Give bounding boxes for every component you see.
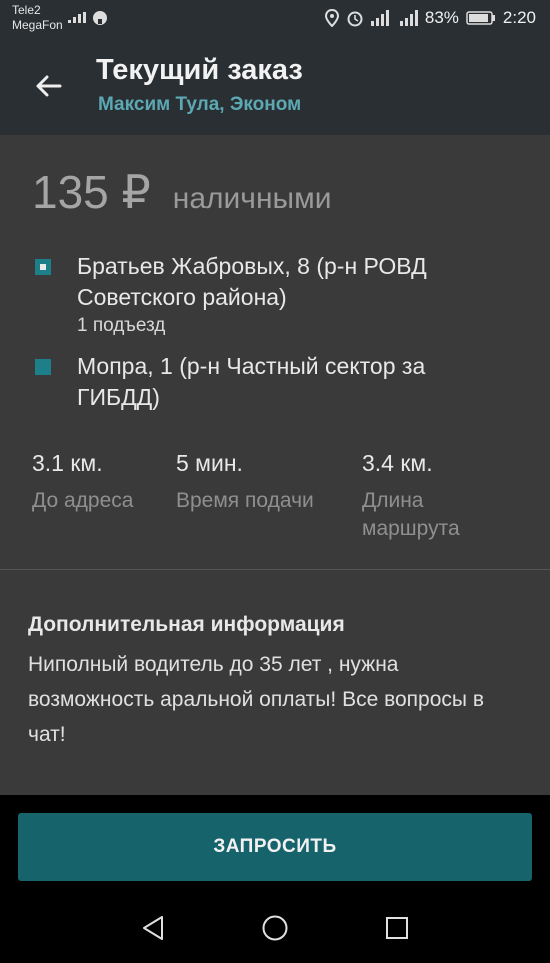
stat-value: 3.4 км. xyxy=(362,450,433,476)
stat-route-length: 3.4 км. Длина маршрута xyxy=(362,450,492,543)
pickup-point: Братьев Жабровых, 8 (р-н РОВД Советского… xyxy=(32,251,512,337)
battery-icon xyxy=(466,11,496,25)
stat-label: До адреса xyxy=(32,489,134,512)
triangle-back-icon xyxy=(141,915,165,946)
nav-recents-button[interactable] xyxy=(382,915,412,945)
route: Братьев Жабровых, 8 (р-н РОВД Советского… xyxy=(32,251,512,413)
stat-value: 3.1 км. xyxy=(32,450,103,476)
info-text: Ниполный водитель до 35 лет , нужна возм… xyxy=(28,653,485,746)
stat-label: Время подачи xyxy=(176,489,314,512)
payment-method: наличными xyxy=(172,182,332,215)
back-button[interactable] xyxy=(22,62,74,114)
square-recents-icon xyxy=(385,916,409,945)
wifi-icon xyxy=(68,12,86,24)
stat-value: 5 мин. xyxy=(176,450,243,476)
stat-distance-to-address: 3.1 км. До адреса xyxy=(32,450,133,515)
order-details: 135 ₽ наличными Братьев Жабровых, 8 (р-н… xyxy=(0,135,550,795)
destination-address: Мопра, 1 (р-н Частный сектор за ГИБДД) xyxy=(77,353,426,410)
carrier-label: Tele2 MegaFon xyxy=(12,3,63,33)
pickup-marker-icon xyxy=(35,259,51,275)
price-row: 135 ₽ наличными xyxy=(32,165,331,219)
carrier-primary: Tele2 xyxy=(12,3,41,17)
order-price: 135 ₽ xyxy=(32,166,151,218)
pickup-address: Братьев Жабровых, 8 (р-н РОВД Советского… xyxy=(77,253,427,310)
alarm-icon xyxy=(346,9,364,27)
nav-back-button[interactable] xyxy=(138,915,168,945)
android-icon xyxy=(92,10,108,26)
page-subtitle: Максим Тула, Эконом xyxy=(98,94,302,115)
battery-percent: 83% xyxy=(424,8,459,27)
arrow-left-icon xyxy=(34,74,62,103)
location-icon xyxy=(324,9,339,27)
pickup-note: 1 подъезд xyxy=(77,315,166,336)
divider xyxy=(0,569,550,570)
circle-home-icon xyxy=(261,914,289,947)
action-bar: ЗАПРОСИТЬ xyxy=(0,795,550,893)
carrier-secondary: MegaFon xyxy=(12,18,63,32)
destination-point: Мопра, 1 (р-н Частный сектор за ГИБДД) xyxy=(32,351,512,413)
stat-label: Длина маршрута xyxy=(362,489,460,540)
stat-pickup-time: 5 мин. Время подачи xyxy=(176,450,314,515)
nav-home-button[interactable] xyxy=(260,915,290,945)
system-nav-bar xyxy=(0,893,550,963)
page-title: Текущий заказ xyxy=(96,54,303,86)
info-title: Дополнительная информация xyxy=(28,613,345,636)
clock: 2:20 xyxy=(502,8,536,27)
app-bar: Текущий заказ Максим Тула, Эконом xyxy=(0,40,550,135)
status-bar: Tele2 MegaFon 83% 2:20 xyxy=(0,0,550,40)
signal-4g-icon xyxy=(396,10,418,26)
request-button[interactable]: ЗАПРОСИТЬ xyxy=(18,813,532,881)
signal-icon xyxy=(370,10,389,26)
destination-marker-icon xyxy=(35,359,51,375)
